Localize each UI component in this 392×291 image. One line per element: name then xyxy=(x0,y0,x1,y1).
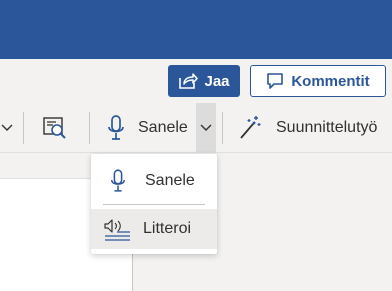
designer-wand-icon xyxy=(238,115,262,141)
ribbon-separator xyxy=(89,112,90,144)
microphone-icon xyxy=(109,168,127,194)
transcribe-icon xyxy=(103,217,131,241)
chevron-down-icon xyxy=(200,124,212,132)
menu-divider xyxy=(103,204,205,205)
dictate-button[interactable]: Sanele xyxy=(100,111,196,145)
title-bar xyxy=(0,0,392,59)
immersive-reader-icon xyxy=(42,116,68,140)
share-label: Jaa xyxy=(204,72,230,90)
menu-item-dictate[interactable]: Sanele xyxy=(91,161,217,201)
comments-button[interactable]: Kommentit xyxy=(250,65,386,97)
comment-icon xyxy=(266,72,284,90)
immersive-reader-button[interactable] xyxy=(40,114,70,142)
menu-item-label: Sanele xyxy=(145,172,195,189)
share-button[interactable]: Jaa xyxy=(168,65,240,97)
chevron-down-icon[interactable] xyxy=(0,118,14,138)
ribbon-separator xyxy=(23,112,24,144)
designer-label: Suunnittelutyö xyxy=(276,119,378,136)
microphone-icon xyxy=(106,114,126,142)
ribbon-separator xyxy=(222,112,223,144)
menu-item-label: Litteroi xyxy=(143,220,192,237)
dictate-label: Sanele xyxy=(138,119,188,136)
dictate-menu: Sanele Litteroi xyxy=(91,154,217,254)
dictate-dropdown-button[interactable] xyxy=(196,103,216,153)
share-icon xyxy=(178,72,199,90)
comments-label: Kommentit xyxy=(291,72,370,90)
designer-button[interactable]: Suunnittelutyö xyxy=(238,111,392,145)
menu-item-transcribe[interactable]: Litteroi xyxy=(91,209,217,249)
